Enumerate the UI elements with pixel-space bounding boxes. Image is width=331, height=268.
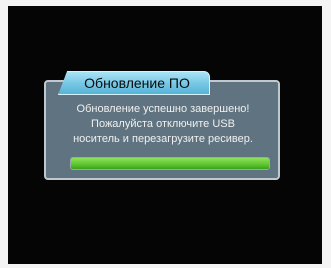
dialog-message: Обновление успешно завершено! Пожалуйста… [52,102,274,147]
message-line: Пожалуйста отключите USB [91,118,235,130]
message-line: Обновление успешно завершено! [76,103,250,115]
dialog-title: Обновление ПО [84,75,190,91]
progress-bar [70,157,270,170]
dialog-title-tab: Обновление ПО [58,71,210,95]
progress-fill [71,158,269,169]
message-line: носитель и перезагрузите ресивер. [73,133,253,145]
